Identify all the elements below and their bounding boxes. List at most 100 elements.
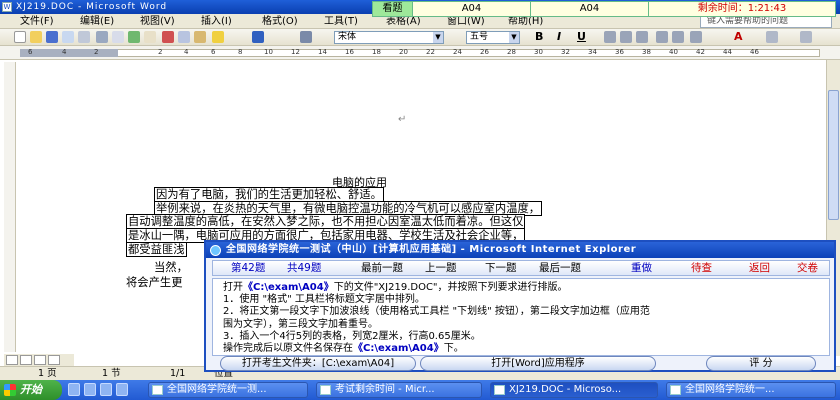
- indent-icon[interactable]: [690, 31, 702, 43]
- open-word-button[interactable]: 打开[Word]应用程序: [420, 356, 656, 371]
- dialog-title: 全国网络学院统一测试（中山）[计算机应用基础] - Microsoft Inte…: [226, 244, 637, 255]
- web-view-icon[interactable]: [20, 355, 32, 365]
- start-label: 开始: [20, 383, 42, 396]
- ruler-number: 24: [453, 48, 462, 56]
- chevron-down-icon[interactable]: ▼: [509, 32, 519, 43]
- quicklaunch-folder-icon[interactable]: [116, 383, 128, 396]
- menu-edit[interactable]: 编辑(E): [80, 14, 114, 29]
- quicklaunch-media-icon[interactable]: [100, 383, 112, 396]
- menu-tools[interactable]: 工具(T): [324, 14, 358, 29]
- previous-question-button[interactable]: 上一题: [425, 261, 457, 275]
- format-painter-icon[interactable]: [212, 31, 224, 43]
- paste-icon[interactable]: [194, 31, 206, 43]
- view-question-button[interactable]: 看题: [373, 2, 413, 16]
- highlight-icon[interactable]: [766, 31, 778, 43]
- font-color-button[interactable]: A: [734, 30, 743, 43]
- print-icon[interactable]: [96, 31, 108, 43]
- quicklaunch-desktop-icon[interactable]: [84, 383, 96, 396]
- ruler-number: 6: [211, 48, 216, 56]
- outline-view-icon[interactable]: [48, 355, 60, 365]
- numbering-icon[interactable]: [672, 31, 684, 43]
- copy-icon[interactable]: [178, 31, 190, 43]
- italic-button[interactable]: I: [557, 30, 561, 43]
- table-icon[interactable]: [300, 31, 312, 43]
- taskbar-item-word[interactable]: XJ219.DOC - Microso...: [490, 382, 658, 398]
- spelling-icon[interactable]: [128, 31, 140, 43]
- font-name-select[interactable]: 宋体 ▼: [334, 31, 444, 44]
- doc-line-5[interactable]: 都受益匪浅: [126, 242, 187, 257]
- ruler-number: 44: [723, 48, 732, 56]
- dialog-title-bar: 全国网络学院统一测试（中山）[计算机应用基础] - Microsoft Inte…: [206, 242, 834, 258]
- email-icon[interactable]: [78, 31, 90, 43]
- justify-icon[interactable]: [656, 31, 668, 43]
- remaining-time: 剩余时间：1:21:43: [697, 3, 787, 14]
- ruler-number: 40: [669, 48, 678, 56]
- scrollbar-thumb[interactable]: [828, 90, 839, 220]
- submit-exam-button[interactable]: 交卷: [797, 261, 818, 275]
- print-preview-icon[interactable]: [112, 31, 124, 43]
- exam-field-1: A04: [413, 2, 531, 16]
- doc-line-7[interactable]: 将会产生更: [126, 276, 183, 289]
- font-size-select[interactable]: 五号 ▼: [466, 31, 520, 44]
- horizontal-ruler[interactable]: 6 4 2 2 4 6 8 10 12 14 16 18 20 22 24 26…: [0, 46, 840, 60]
- normal-view-icon[interactable]: [6, 355, 18, 365]
- save-icon[interactable]: [46, 31, 58, 43]
- first-question-button[interactable]: 最前一题: [361, 261, 403, 275]
- question-text-segment: 下。: [443, 343, 464, 355]
- question-text-segment: 打开: [223, 282, 243, 293]
- doc-line-5-text: 都受益匪浅: [126, 242, 187, 257]
- quicklaunch-ie-icon[interactable]: [68, 383, 80, 396]
- redo-button[interactable]: 重做: [631, 261, 652, 275]
- doc-line-6[interactable]: 当然，: [154, 261, 188, 274]
- back-button[interactable]: 返回: [749, 261, 770, 275]
- ruler-number: 46: [750, 48, 759, 56]
- ruler-number: 16: [345, 48, 354, 56]
- menu-insert[interactable]: 插入(I): [201, 14, 232, 29]
- windows-logo-icon: [4, 384, 16, 396]
- taskbar-item-label: 考试剩余时间 - Micr...: [335, 384, 435, 395]
- cut-icon[interactable]: [162, 31, 174, 43]
- bold-button[interactable]: B: [535, 30, 543, 43]
- align-left-icon[interactable]: [604, 31, 616, 43]
- open-exam-folder-button[interactable]: 打开考生文件夹：[C:\exam\A04]: [220, 356, 416, 371]
- open-folder-icon[interactable]: [30, 31, 42, 43]
- ruler-number: 38: [642, 48, 651, 56]
- permission-icon[interactable]: [62, 31, 74, 43]
- taskbar-item-timer[interactable]: 考试剩余时间 - Micr...: [316, 382, 482, 398]
- last-question-button[interactable]: 最后一题: [539, 261, 581, 275]
- doc-line-3[interactable]: 自动调整温度的高低，在安然入梦之际，也不用担心因室温太低而着凉。但这仅: [126, 214, 526, 229]
- align-center-icon[interactable]: [620, 31, 632, 43]
- question-line: 1．使用 "格式" 工具栏将标题文字居中排列。: [223, 294, 425, 306]
- taskbar-item-exam-browser-2[interactable]: 全国网络学院统一...: [666, 382, 836, 398]
- menu-format[interactable]: 格式(O): [262, 14, 298, 29]
- ruler-number: 42: [696, 48, 705, 56]
- print-view-icon[interactable]: [34, 355, 46, 365]
- taskbar-item-exam-browser[interactable]: 全国网络学院统一测...: [148, 382, 308, 398]
- ruler-number: 28: [507, 48, 516, 56]
- question-nav: 第42题 共49题 最前一题 上一题 下一题 最后一题 重做 待查 返回 交卷: [212, 260, 830, 276]
- chevron-down-icon[interactable]: ▼: [433, 32, 443, 43]
- pending-review-button[interactable]: 待查: [691, 261, 712, 275]
- align-right-icon[interactable]: [636, 31, 648, 43]
- folder-path: 《C:\exam\A04》: [243, 282, 334, 293]
- folder-path: 《C:\exam\A04》: [353, 343, 444, 355]
- ruler-number: 4: [62, 48, 67, 56]
- more-icon[interactable]: [800, 31, 812, 43]
- total-questions: 共49题: [287, 262, 322, 274]
- menu-view[interactable]: 视图(V): [140, 14, 175, 29]
- next-question-button[interactable]: 下一题: [485, 261, 517, 275]
- new-document-icon[interactable]: [14, 31, 26, 43]
- menu-file[interactable]: 文件(F): [20, 14, 54, 29]
- underline-button[interactable]: U: [577, 30, 586, 43]
- font-size-value: 五号: [470, 32, 489, 42]
- research-icon[interactable]: [144, 31, 156, 43]
- ruler-number: 26: [480, 48, 489, 56]
- undo-icon[interactable]: [252, 31, 264, 43]
- doc-line-1[interactable]: 因为有了电脑，我们的生活更加轻松、舒适。: [154, 187, 384, 202]
- ruler-number: 2: [94, 48, 99, 56]
- start-button[interactable]: 开始: [0, 380, 62, 400]
- question-line: 打开《C:\exam\A04》下的文件"XJ219.DOC"，并按照下列要求进行…: [223, 282, 819, 294]
- score-button[interactable]: 评 分: [706, 356, 816, 371]
- word-icon: W: [2, 2, 12, 12]
- question-line: 2．将正文第一段文字下加波浪线（使用格式工具栏 "下划线" 按钮），第二段文字加…: [223, 306, 650, 318]
